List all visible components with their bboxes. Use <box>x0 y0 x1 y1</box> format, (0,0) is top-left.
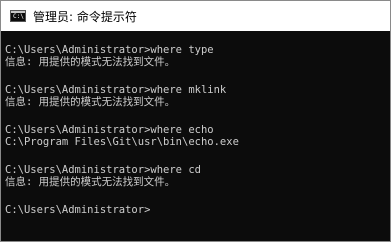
window-title: 管理员: 命令提示符 <box>33 9 137 24</box>
vertical-scrollbar[interactable] <box>376 31 390 241</box>
cmd-window: C:\ 管理员: 命令提示符 C:\Users\Administrator>wh… <box>0 0 391 242</box>
console-prompt-line[interactable]: C:\Users\Administrator> <box>5 204 390 216</box>
console-line: 信息: 用提供的模式无法找到文件。 <box>5 56 176 68</box>
console-line: C:\Users\Administrator>where echo <box>5 124 214 136</box>
console-line: C:\Users\Administrator>where type <box>5 44 214 56</box>
console-line: C:\Users\Administrator>where mklink <box>5 84 227 96</box>
console-line: C:\Users\Administrator>where cd <box>5 164 201 176</box>
cmd-app-icon-text: C:\ <box>13 13 24 20</box>
console-line: 信息: 用提供的模式无法找到文件。 <box>5 176 176 188</box>
console-line: 信息: 用提供的模式无法找到文件。 <box>5 96 176 108</box>
title-bar[interactable]: C:\ 管理员: 命令提示符 <box>1 1 390 31</box>
console-output[interactable]: C:\Users\Administrator>where type 信息: 用提… <box>1 31 390 241</box>
cmd-app-icon: C:\ <box>10 10 26 22</box>
console-line: C:\Program Files\Git\usr\bin\echo.exe <box>5 136 239 148</box>
